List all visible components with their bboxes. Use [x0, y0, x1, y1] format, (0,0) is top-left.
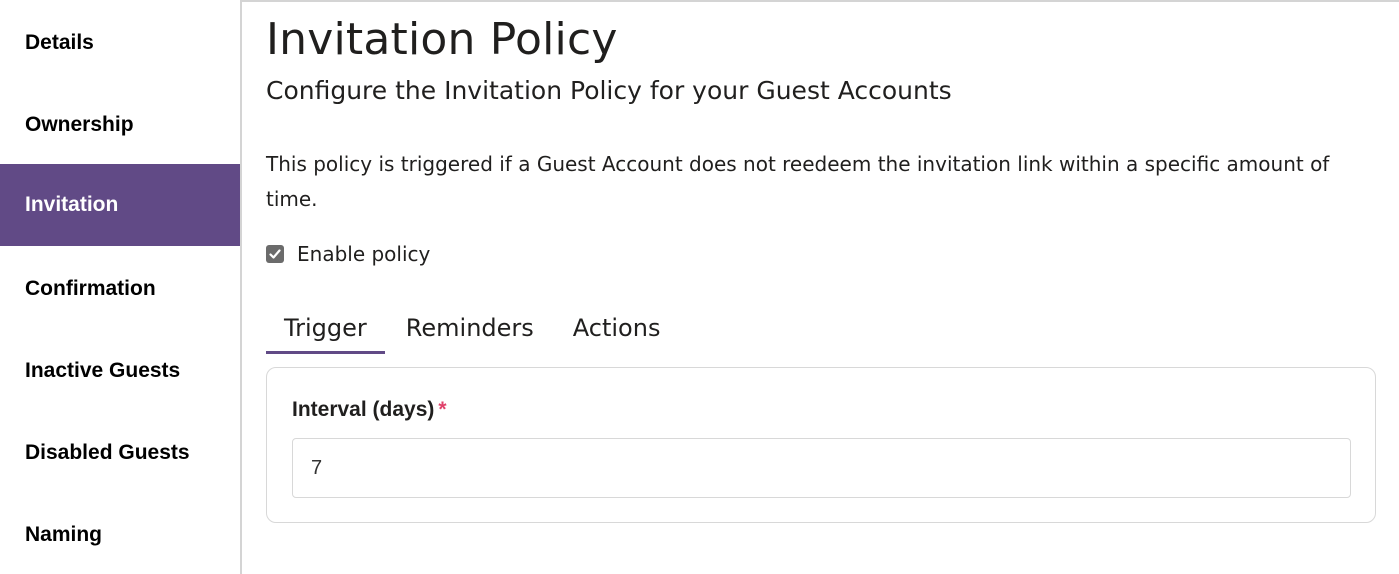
- sidebar-item-confirmation[interactable]: Confirmation: [0, 248, 240, 330]
- required-marker: *: [438, 398, 447, 421]
- page-subtitle: Configure the Invitation Policy for your…: [266, 76, 952, 105]
- enable-policy-toggle[interactable]: Enable policy: [266, 242, 430, 266]
- sidebar-item-details[interactable]: Details: [0, 2, 240, 84]
- sidebar-item-label: Naming: [25, 523, 103, 546]
- app-layout: Details Ownership Invitation Confirmatio…: [0, 0, 1399, 574]
- sidebar-item-naming[interactable]: Naming: [0, 494, 240, 574]
- sidebar-item-ownership[interactable]: Ownership: [0, 84, 240, 166]
- interval-label-text: Interval (days): [292, 398, 435, 421]
- checkmark-icon: [269, 249, 281, 259]
- tab-reminders[interactable]: Reminders: [385, 302, 552, 354]
- sidebar-item-disabled-guests[interactable]: Disabled Guests: [0, 412, 240, 494]
- interval-field-label: Interval (days) *: [292, 398, 447, 422]
- sidebar-item-label: Confirmation: [25, 277, 156, 300]
- tab-trigger[interactable]: Trigger: [266, 302, 385, 354]
- enable-policy-checkbox[interactable]: [266, 245, 284, 263]
- policy-tabs: Trigger Reminders Actions: [266, 302, 678, 354]
- page-title: Invitation Policy: [266, 14, 618, 65]
- tab-label: Actions: [572, 314, 661, 342]
- sidebar-item-inactive-guests[interactable]: Inactive Guests: [0, 330, 240, 412]
- sidebar-item-label: Invitation: [25, 193, 119, 216]
- main-panel: Invitation Policy Configure the Invitati…: [240, 0, 1399, 574]
- sidebar-item-label: Disabled Guests: [25, 441, 190, 464]
- interval-days-input[interactable]: [292, 438, 1351, 498]
- sidebar-item-invitation[interactable]: Invitation: [0, 164, 240, 246]
- tab-label: Trigger: [284, 314, 367, 342]
- policy-description: This policy is triggered if a Guest Acco…: [266, 152, 1330, 211]
- trigger-settings-card: Interval (days) *: [266, 367, 1376, 523]
- sidebar-nav: Details Ownership Invitation Confirmatio…: [0, 0, 240, 574]
- tab-actions[interactable]: Actions: [552, 302, 679, 354]
- tab-label: Reminders: [405, 314, 534, 342]
- sidebar-item-label: Inactive Guests: [25, 359, 181, 382]
- sidebar-item-label: Ownership: [25, 113, 134, 136]
- enable-policy-label: Enable policy: [297, 242, 431, 266]
- sidebar-item-label: Details: [25, 31, 94, 54]
